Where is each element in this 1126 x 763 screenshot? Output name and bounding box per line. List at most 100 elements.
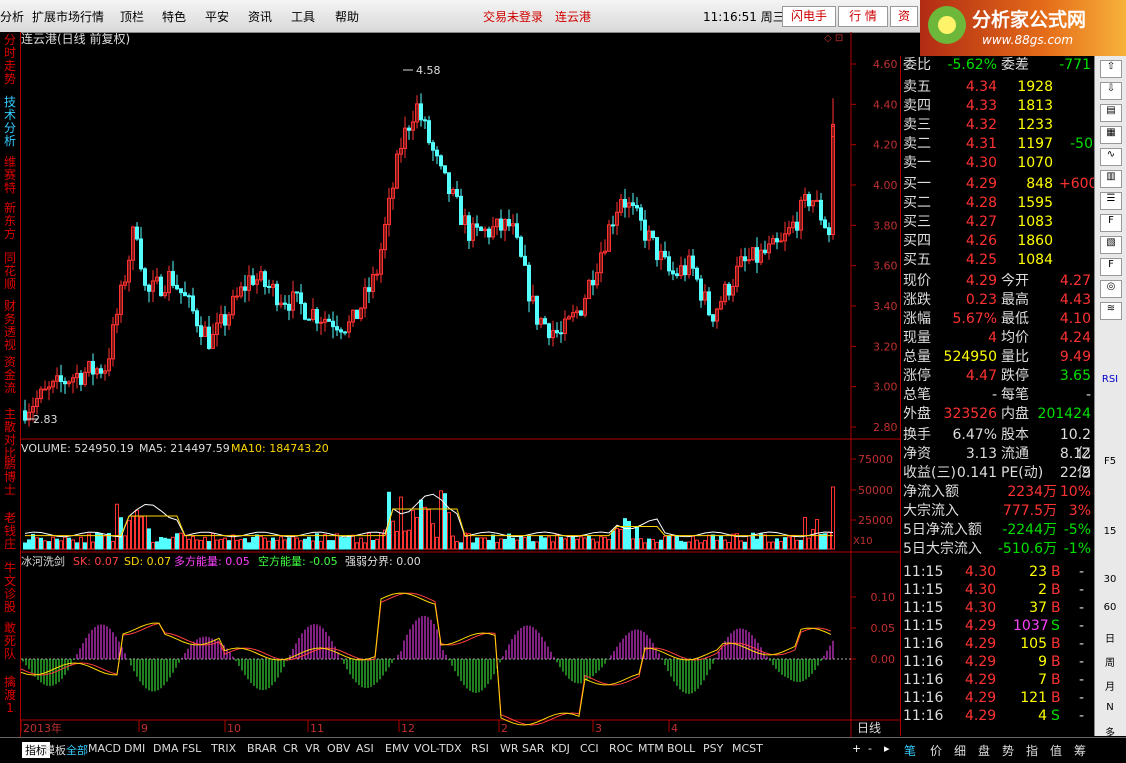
login-status[interactable]: 交易未登录 xyxy=(483,8,543,25)
circle-icon[interactable]: ◎ xyxy=(1100,280,1122,298)
panel-tab[interactable]: 值 xyxy=(1050,742,1062,759)
indicator-tab[interactable]: TRIX xyxy=(211,742,236,755)
ask-price: 4.34 xyxy=(965,79,997,95)
period-button[interactable]: 日 xyxy=(1100,630,1120,646)
f10-icon[interactable]: F xyxy=(1100,214,1122,232)
indicator-tab[interactable]: VR xyxy=(305,742,320,755)
left-nav-item[interactable]: 分时走势 xyxy=(2,34,18,86)
menu-pingan[interactable]: 平安 xyxy=(205,8,229,25)
left-nav-item[interactable]: 资金流 xyxy=(2,356,18,395)
news-button[interactable]: 资 xyxy=(890,6,918,27)
market-button[interactable]: 行 情 xyxy=(838,6,888,27)
nav-right-icon[interactable]: ▸ xyxy=(884,742,890,755)
candle-body xyxy=(423,119,427,122)
left-nav-item[interactable]: 财务透视 xyxy=(2,300,18,352)
indicator-tab[interactable]: 模板 xyxy=(44,742,66,758)
stat-value: 5.67% xyxy=(952,311,997,327)
period-button[interactable]: 30 xyxy=(1100,574,1120,590)
left-nav-item[interactable]: 技术分析 xyxy=(2,96,18,148)
panel-tab[interactable]: 指 xyxy=(1026,742,1038,759)
indicator-tab[interactable]: CR xyxy=(283,742,298,755)
indicator-tab[interactable]: FSL xyxy=(182,742,201,755)
volume-bar xyxy=(87,533,91,550)
panel-tab[interactable]: 细 xyxy=(954,742,966,759)
left-nav: 分时走势技术分析维赛特新东方同花顺财务透视资金流主散对比 鹏博士老钱庄牛文诊股敢死… xyxy=(0,32,21,742)
down-arrow-icon[interactable]: ⇩ xyxy=(1100,82,1122,100)
wave-icon[interactable]: ≋ xyxy=(1100,302,1122,320)
indicator-tab[interactable]: OBV xyxy=(327,742,350,755)
tick-side: B xyxy=(1051,582,1061,598)
period-button[interactable]: F5 xyxy=(1100,456,1120,472)
indicator-tab[interactable]: BOLL xyxy=(667,742,695,755)
left-nav-item[interactable]: 老钱庄 xyxy=(2,512,18,551)
line-chart-icon[interactable]: ∿ xyxy=(1100,148,1122,166)
stat-value: 524950 xyxy=(943,349,997,365)
menu-extended-market[interactable]: 扩展市场行情 xyxy=(32,8,104,25)
panel-tab[interactable]: 盘 xyxy=(978,742,990,759)
menu-topbar[interactable]: 顶栏 xyxy=(120,8,144,25)
kline-chart-area[interactable]: 4.60 4.40 4.20 4.00 3.80 3.60 3.40 3.20 3.00 2.80… xyxy=(20,31,900,737)
menu-features[interactable]: 特色 xyxy=(162,8,186,25)
kline-chart[interactable]: 4.60 4.40 4.20 4.00 3.80 3.60 3.40 3.20 3.00 2.80… xyxy=(20,31,900,737)
indicator-tab[interactable]: MTM xyxy=(638,742,664,755)
list-icon[interactable]: ☰ xyxy=(1100,192,1122,210)
flash-trade-button[interactable]: 闪电手 xyxy=(782,6,836,27)
period-button[interactable]: 周 xyxy=(1100,654,1120,670)
indicator-tab[interactable]: EMV xyxy=(385,742,409,755)
left-nav-item[interactable]: 鹏博士 xyxy=(2,458,18,497)
period-button[interactable]: 月 xyxy=(1100,678,1120,694)
period-button[interactable]: 60 xyxy=(1100,602,1120,618)
left-nav-item[interactable]: 牛文诊股 xyxy=(2,562,18,614)
f12-icon[interactable]: F xyxy=(1100,258,1122,276)
candle-body xyxy=(635,204,639,209)
indicator-tab[interactable]: MCST xyxy=(732,742,763,755)
tick-dash: - xyxy=(1079,618,1085,634)
indicator-tab[interactable]: SAR xyxy=(522,742,544,755)
indicator-tab[interactable]: BRAR xyxy=(247,742,277,755)
indicator-tab[interactable]: ROC xyxy=(609,742,633,755)
volume-bar xyxy=(511,537,515,550)
indicator-tab[interactable]: DMA xyxy=(153,742,179,755)
volume-bar xyxy=(607,539,611,550)
left-nav-item[interactable]: 敢死队 xyxy=(2,622,18,661)
indicator-tab[interactable]: KDJ xyxy=(551,742,570,755)
panel-tab[interactable]: 笔 xyxy=(904,742,916,759)
menu-analysis[interactable]: 分析 xyxy=(0,8,24,25)
book-icon[interactable]: ▤ xyxy=(1100,104,1122,122)
left-nav-item[interactable]: 主散对比 xyxy=(2,408,18,460)
left-nav-item[interactable]: 擒渡1 xyxy=(2,676,18,715)
left-nav-item[interactable]: 同花顺 xyxy=(2,252,18,291)
indicator-tab[interactable]: VOL-TDX xyxy=(414,742,462,755)
tick-row: 11:15 4.30 2 B - xyxy=(903,581,1093,600)
volume-bar xyxy=(167,538,171,550)
nav-plus-icon[interactable]: + xyxy=(852,742,861,755)
panel-tab[interactable]: 势 xyxy=(1002,742,1014,759)
indicator-tab[interactable]: DMI xyxy=(124,742,145,755)
menu-news[interactable]: 资讯 xyxy=(248,8,272,25)
kline-icon[interactable]: ▥ xyxy=(1100,170,1122,188)
indicator-tab[interactable]: MACD xyxy=(88,742,121,755)
menu-tools[interactable]: 工具 xyxy=(291,8,315,25)
nav-minus-icon[interactable]: - xyxy=(868,742,872,755)
period-button[interactable]: RSI xyxy=(1100,374,1120,390)
period-button[interactable]: N xyxy=(1100,702,1120,718)
left-nav-item[interactable]: 维赛特 xyxy=(2,156,18,195)
current-stock-name: 连云港 xyxy=(555,10,592,24)
volume-bar xyxy=(639,538,643,550)
panel-tab[interactable]: 筹 xyxy=(1074,742,1086,759)
grid-icon[interactable]: ▧ xyxy=(1100,236,1122,254)
indicator-tab[interactable]: ASI xyxy=(356,742,374,755)
up-arrow-icon[interactable]: ⇧ xyxy=(1100,60,1122,78)
left-nav-item[interactable]: 新东方 xyxy=(2,202,18,241)
panel-tab[interactable]: 价 xyxy=(930,742,942,759)
indicator-tab[interactable]: 全部 xyxy=(66,742,88,758)
ask-volume: 1197 xyxy=(1017,136,1053,152)
indicator-tab[interactable]: PSY xyxy=(703,742,723,755)
table-icon[interactable]: ▦ xyxy=(1100,126,1122,144)
indicator-tab[interactable]: CCI xyxy=(580,742,599,755)
volume-bar xyxy=(475,537,479,550)
period-button[interactable]: 15 xyxy=(1100,526,1120,542)
indicator-tab[interactable]: WR xyxy=(500,742,519,755)
indicator-tab[interactable]: RSI xyxy=(471,742,489,755)
menu-help[interactable]: 帮助 xyxy=(335,8,359,25)
